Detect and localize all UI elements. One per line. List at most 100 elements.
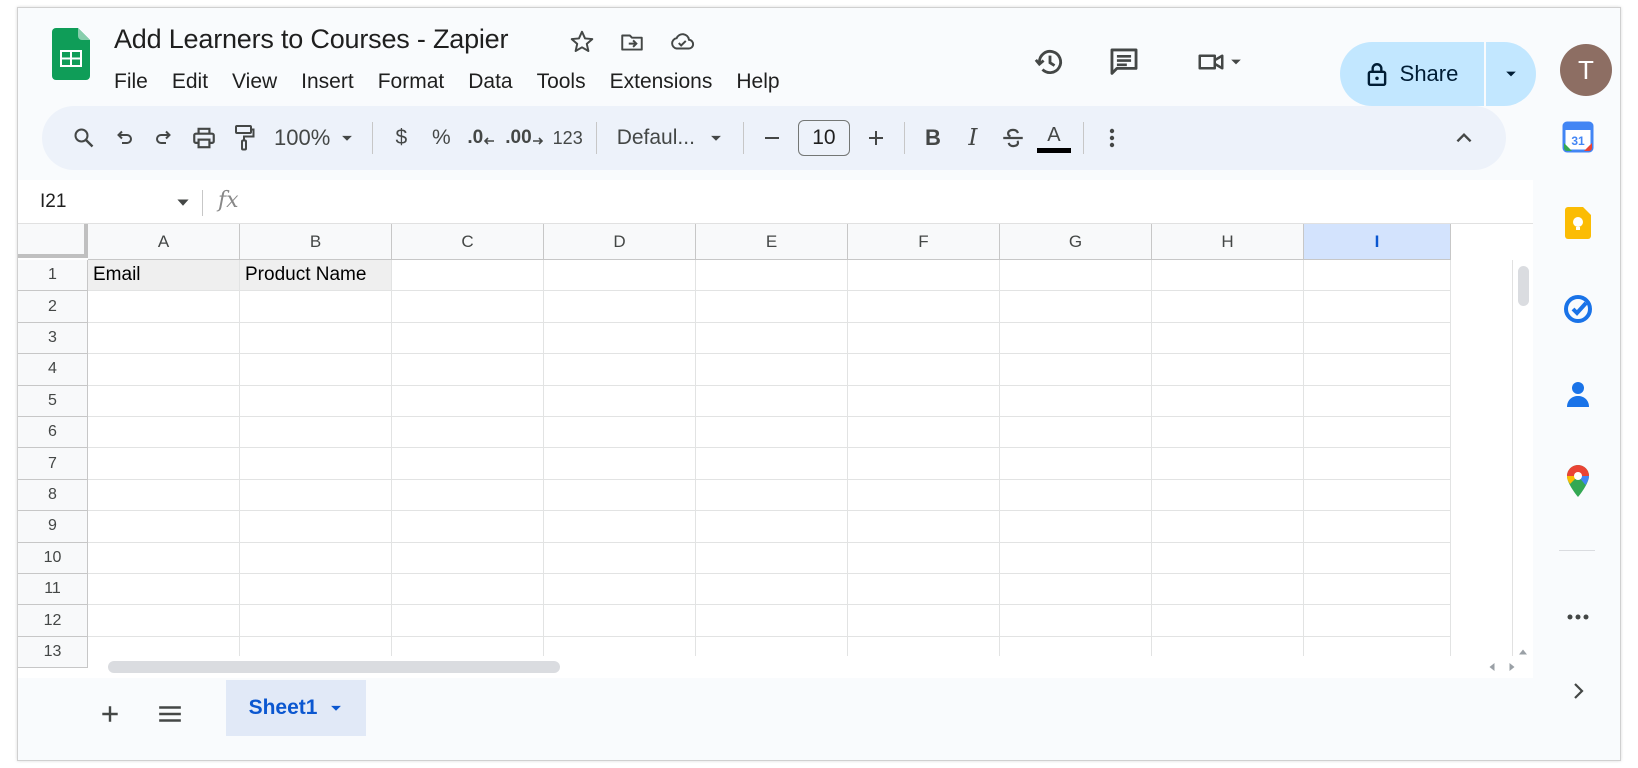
menu-edit[interactable]: Edit [160, 66, 220, 98]
cell-e11[interactable] [696, 574, 848, 606]
keep-icon[interactable] [1557, 202, 1599, 244]
cell-d10[interactable] [544, 542, 696, 574]
cell-b9[interactable] [240, 511, 392, 543]
font-size-input[interactable]: 10 [797, 120, 850, 156]
cell-d9[interactable] [544, 511, 696, 543]
cell-f2[interactable] [848, 291, 1000, 323]
paint-format-icon[interactable] [224, 118, 264, 158]
cell-d3[interactable] [544, 322, 696, 355]
cell-f12[interactable] [848, 605, 1000, 637]
cell-d11[interactable] [544, 574, 696, 606]
cell-a10[interactable] [88, 542, 240, 574]
cell-g4[interactable] [1000, 354, 1152, 386]
cell-d2[interactable] [544, 291, 696, 323]
row-header-4[interactable]: 4 [18, 354, 88, 386]
row-header-9[interactable]: 9 [18, 511, 88, 543]
cell-i8[interactable] [1304, 479, 1451, 512]
formula-input[interactable] [258, 186, 1518, 218]
cell-c1[interactable] [392, 260, 544, 292]
cell-a1[interactable]: Email [88, 260, 240, 292]
cell-c6[interactable] [392, 417, 544, 449]
vertical-scroll-thumb[interactable] [1518, 266, 1529, 306]
cell-d1[interactable] [544, 260, 696, 292]
cell-g3[interactable] [1000, 322, 1152, 355]
cell-h7[interactable] [1152, 448, 1304, 480]
column-header-h[interactable]: H [1152, 224, 1304, 260]
share-button[interactable]: Share [1340, 42, 1486, 106]
sheet-tab-sheet1[interactable]: Sheet1 [226, 680, 366, 736]
column-header-f[interactable]: F [848, 224, 1000, 260]
cell-h1[interactable] [1152, 260, 1304, 292]
cell-i12[interactable] [1304, 605, 1451, 637]
italic-button[interactable]: I [953, 118, 993, 158]
cell-c8[interactable] [392, 479, 544, 512]
cell-a12[interactable] [88, 605, 240, 637]
cell-g9[interactable] [1000, 511, 1152, 543]
search-menus-icon[interactable] [64, 118, 104, 158]
cell-h8[interactable] [1152, 479, 1304, 512]
cell-f10[interactable] [848, 542, 1000, 574]
cell-e12[interactable] [696, 605, 848, 637]
cell-h2[interactable] [1152, 291, 1304, 323]
cell-a9[interactable] [88, 511, 240, 543]
star-icon[interactable] [566, 26, 598, 58]
cell-i11[interactable] [1304, 574, 1451, 606]
cell-f11[interactable] [848, 574, 1000, 606]
cell-e2[interactable] [696, 291, 848, 323]
cell-e4[interactable] [696, 354, 848, 386]
increase-decimal-button[interactable]: .00 [501, 118, 547, 158]
cell-d7[interactable] [544, 448, 696, 480]
decrease-decimal-button[interactable]: .0 [461, 118, 501, 158]
cell-e5[interactable] [696, 385, 848, 417]
cell-c5[interactable] [392, 385, 544, 417]
row-header-5[interactable]: 5 [18, 385, 88, 417]
row-header-1[interactable]: 1 [18, 260, 88, 292]
cell-g6[interactable] [1000, 417, 1152, 449]
cell-f4[interactable] [848, 354, 1000, 386]
comments-icon[interactable] [1102, 40, 1146, 84]
row-header-10[interactable]: 10 [18, 542, 88, 574]
increase-font-size-icon[interactable] [856, 118, 896, 158]
cell-a5[interactable] [88, 385, 240, 417]
cell-c11[interactable] [392, 574, 544, 606]
cell-b6[interactable] [240, 417, 392, 449]
cell-a2[interactable] [88, 291, 240, 323]
cell-i9[interactable] [1304, 511, 1451, 543]
cell-i2[interactable] [1304, 291, 1451, 323]
account-avatar[interactable]: T [1560, 44, 1612, 96]
cell-f3[interactable] [848, 322, 1000, 355]
document-title[interactable]: Add Learners to Courses - Zapier [114, 24, 508, 55]
cell-e9[interactable] [696, 511, 848, 543]
more-formats-button[interactable]: 123 [548, 118, 588, 158]
strikethrough-icon[interactable] [993, 118, 1033, 158]
cell-h5[interactable] [1152, 385, 1304, 417]
cell-g11[interactable] [1000, 574, 1152, 606]
font-select[interactable]: Defaul... [605, 118, 735, 158]
cell-c12[interactable] [392, 605, 544, 637]
contacts-icon[interactable] [1557, 374, 1599, 416]
horizontal-scrollbar[interactable] [88, 656, 1533, 678]
cell-f5[interactable] [848, 385, 1000, 417]
cell-e8[interactable] [696, 479, 848, 512]
cell-i6[interactable] [1304, 417, 1451, 449]
cell-g10[interactable] [1000, 542, 1152, 574]
cell-e3[interactable] [696, 322, 848, 355]
print-icon[interactable] [184, 118, 224, 158]
cell-c2[interactable] [392, 291, 544, 323]
cell-b4[interactable] [240, 354, 392, 386]
text-color-button[interactable]: A [1033, 118, 1075, 158]
cell-e6[interactable] [696, 417, 848, 449]
cell-h9[interactable] [1152, 511, 1304, 543]
cell-b8[interactable] [240, 479, 392, 512]
menu-format[interactable]: Format [366, 66, 457, 98]
hide-menus-chevron-up-icon[interactable] [1444, 118, 1484, 158]
column-header-i[interactable]: I [1304, 224, 1451, 260]
column-header-g[interactable]: G [1000, 224, 1152, 260]
cell-a6[interactable] [88, 417, 240, 449]
zoom-select[interactable]: 100% [264, 118, 364, 158]
cell-g2[interactable] [1000, 291, 1152, 323]
cell-b2[interactable] [240, 291, 392, 323]
column-header-d[interactable]: D [544, 224, 696, 260]
cell-a11[interactable] [88, 574, 240, 606]
cell-f6[interactable] [848, 417, 1000, 449]
